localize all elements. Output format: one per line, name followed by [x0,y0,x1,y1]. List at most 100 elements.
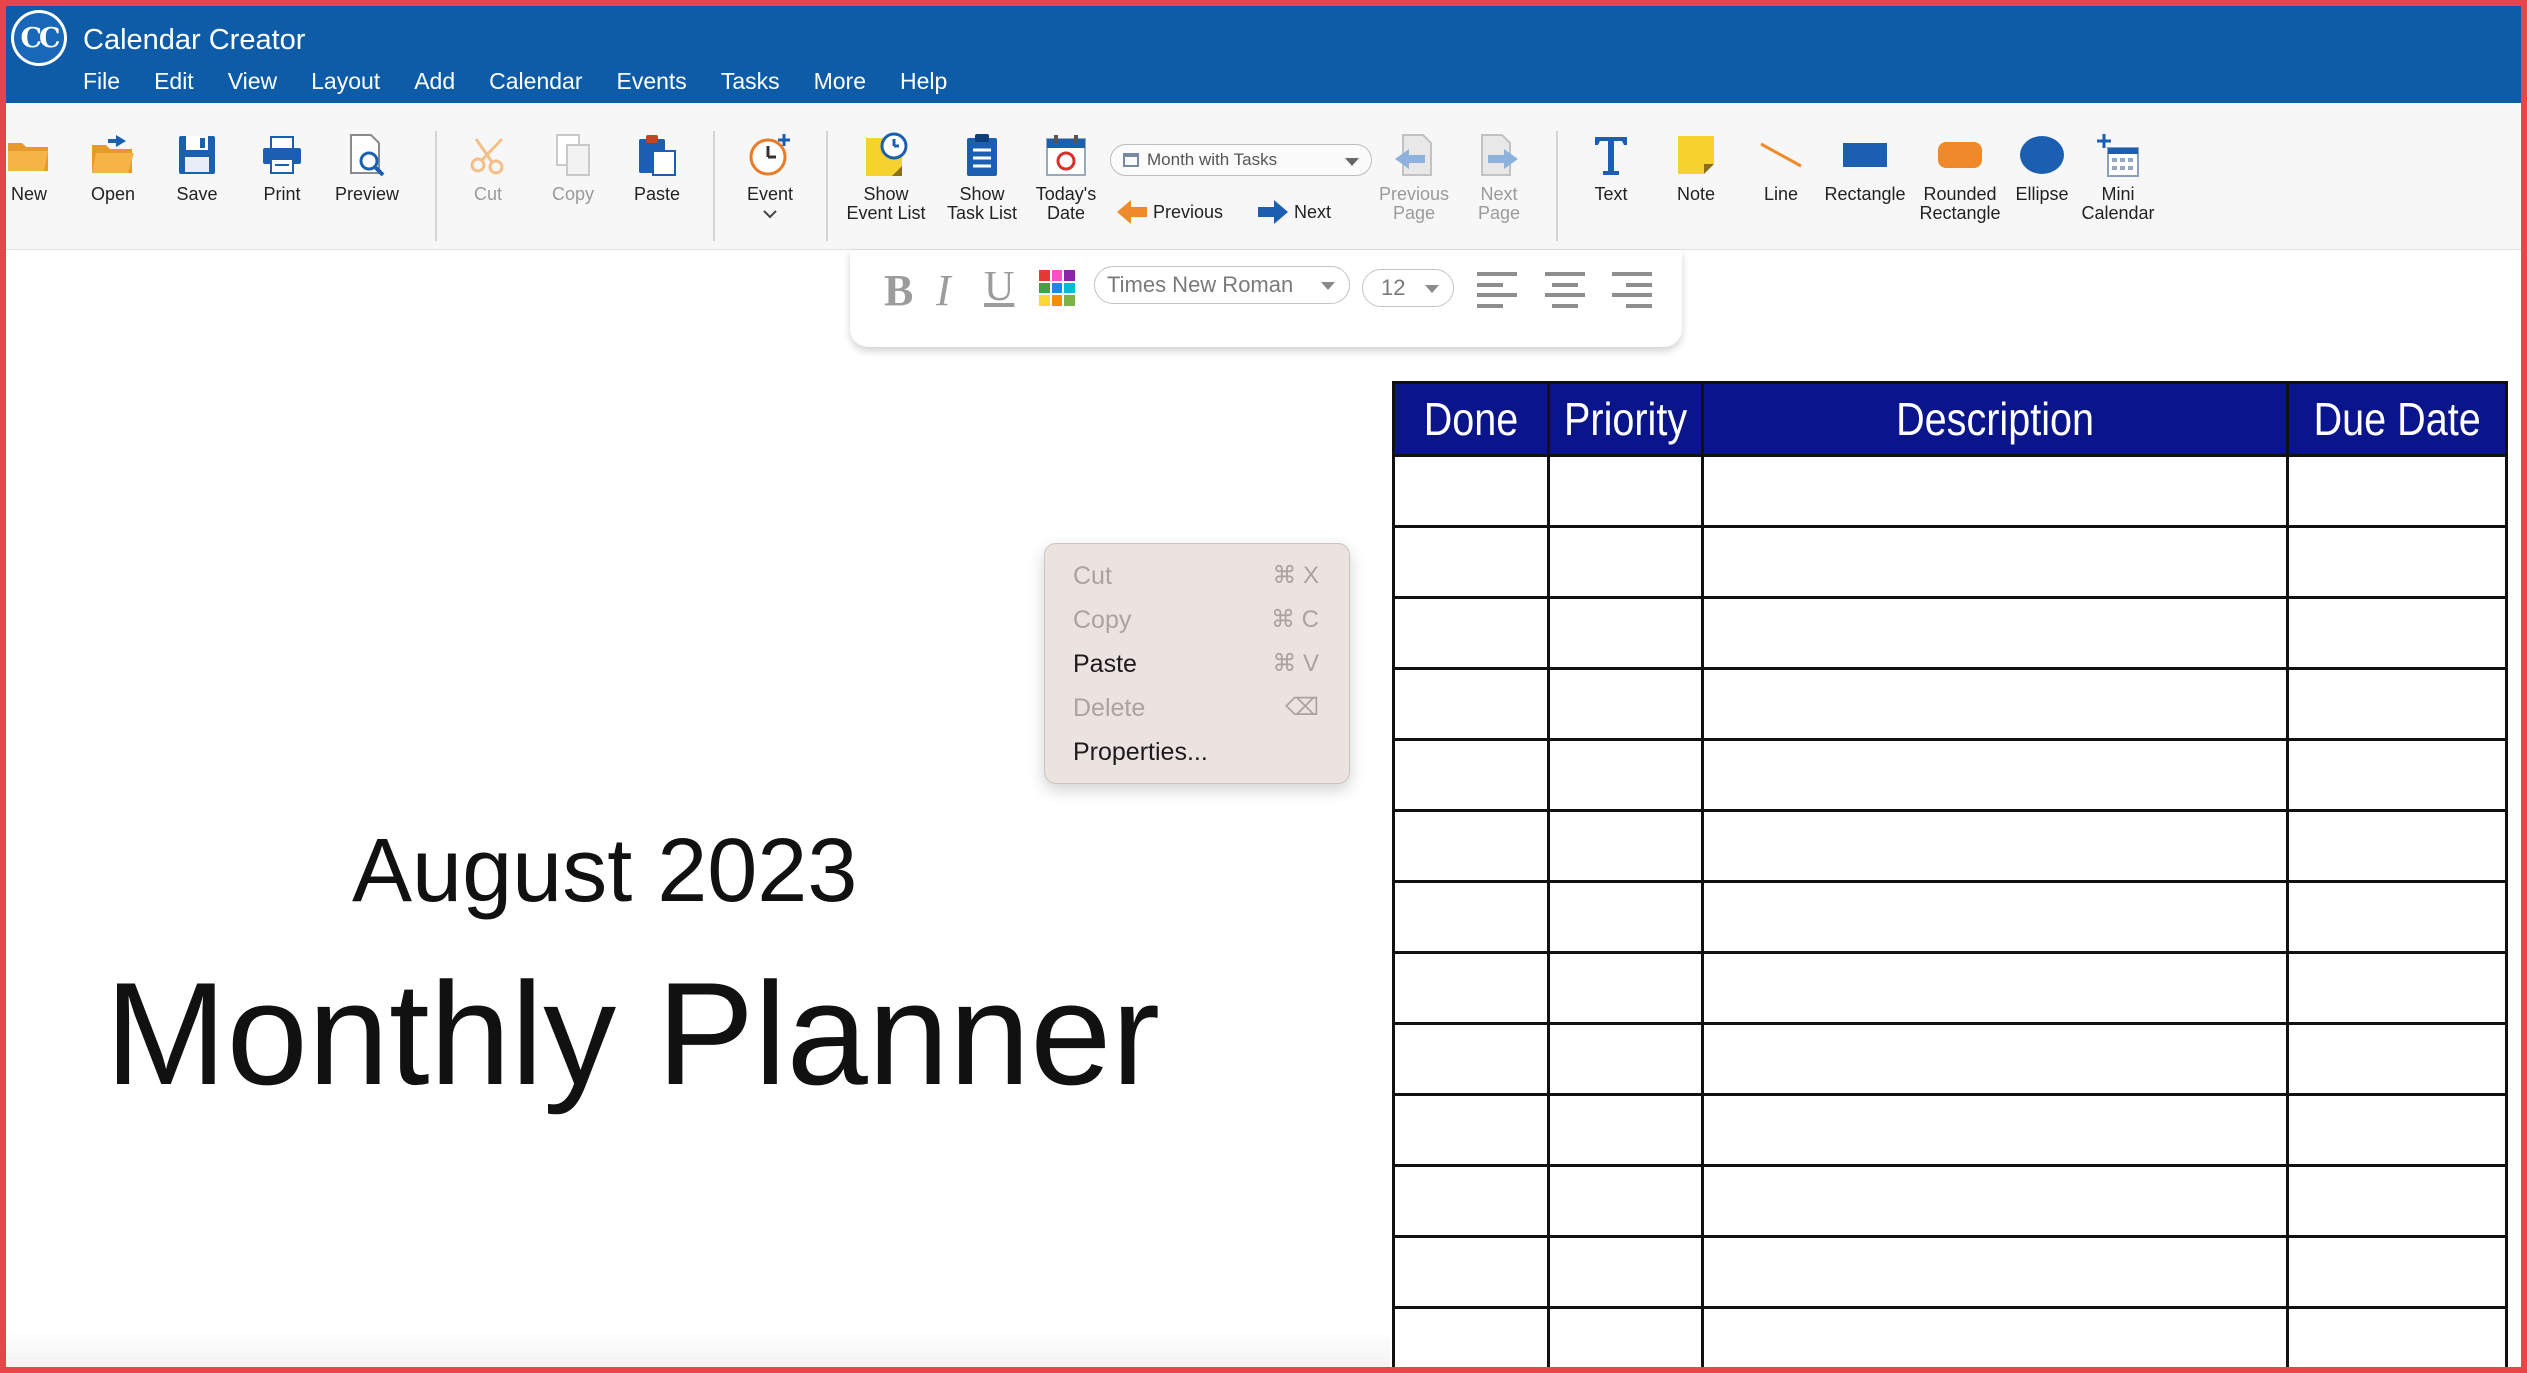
task-cell-due-date[interactable] [2286,667,2508,741]
task-cell-due-date[interactable] [2286,1022,2508,1096]
task-cell-priority[interactable] [1547,1164,1704,1238]
context-menu-paste[interactable]: Paste ⌘ V [1045,642,1349,686]
align-left-icon[interactable] [1477,272,1517,308]
save-button[interactable]: Save [156,131,238,241]
italic-button[interactable]: I [936,265,951,316]
print-button[interactable]: Print [241,131,323,241]
show-task-list-button[interactable]: Show Task List [939,131,1025,241]
task-cell-priority[interactable] [1547,880,1704,954]
task-cell-description[interactable] [1701,738,2289,812]
line-tool-button[interactable]: Line [1740,131,1822,241]
show-event-list-button[interactable]: Show Event List [843,131,929,241]
task-cell-due-date[interactable] [2286,596,2508,670]
task-cell-description[interactable] [1701,809,2289,883]
calendar-month-heading[interactable]: August 2023 [352,820,857,923]
task-cell-description[interactable] [1701,596,2289,670]
bold-button[interactable]: B [884,265,913,316]
task-cell-done[interactable] [1392,1093,1550,1167]
task-cell-done[interactable] [1392,1235,1550,1309]
task-cell-due-date[interactable] [2286,809,2508,883]
mini-calendar-tool-button[interactable]: Mini Calendar [2077,131,2159,241]
task-cell-due-date[interactable] [2286,454,2508,528]
task-cell-done[interactable] [1392,667,1550,741]
context-menu-copy[interactable]: Copy ⌘ C [1045,598,1349,642]
task-cell-done[interactable] [1392,809,1550,883]
rounded-rectangle-tool-button[interactable]: Rounded Rectangle [1917,131,2003,241]
menu-file[interactable]: File [66,66,137,96]
previous-page-button[interactable]: Previous Page [1373,131,1455,241]
task-cell-done[interactable] [1392,596,1550,670]
underline-button[interactable]: U [984,263,1014,311]
task-cell-priority[interactable] [1547,1235,1704,1309]
task-cell-priority[interactable] [1547,1306,1704,1373]
text-tool-button[interactable]: Text [1570,131,1652,241]
font-family-select[interactable]: Times New Roman [1094,266,1350,304]
task-cell-description[interactable] [1701,951,2289,1025]
task-cell-due-date[interactable] [2286,1164,2508,1238]
task-cell-priority[interactable] [1547,525,1704,599]
task-cell-due-date[interactable] [2286,1235,2508,1309]
task-cell-done[interactable] [1392,738,1550,812]
context-menu-delete[interactable]: Delete ⌫ [1045,686,1349,730]
task-cell-description[interactable] [1701,1306,2289,1373]
context-menu-properties[interactable]: Properties... [1045,730,1349,774]
previous-button[interactable]: Previous [1117,199,1223,225]
task-cell-priority[interactable] [1547,738,1704,812]
menu-add[interactable]: Add [397,66,472,96]
next-button[interactable]: Next [1258,199,1331,225]
task-cell-description[interactable] [1701,454,2289,528]
task-cell-done[interactable] [1392,1022,1550,1096]
menu-help[interactable]: Help [883,66,964,96]
task-cell-priority[interactable] [1547,667,1704,741]
task-cell-description[interactable] [1701,1093,2289,1167]
planner-title[interactable]: Monthly Planner [105,950,1160,1118]
menu-edit[interactable]: Edit [137,66,211,96]
todays-date-button[interactable]: Today's Date [1025,131,1107,241]
task-cell-due-date[interactable] [2286,1093,2508,1167]
task-cell-done[interactable] [1392,525,1550,599]
preview-button[interactable]: Preview [326,131,408,241]
copy-button[interactable]: Copy [532,131,614,241]
menu-view[interactable]: View [211,66,294,96]
task-cell-description[interactable] [1701,1022,2289,1096]
menu-events[interactable]: Events [599,66,703,96]
task-cell-description[interactable] [1701,667,2289,741]
menu-tasks[interactable]: Tasks [704,66,797,96]
task-cell-due-date[interactable] [2286,1306,2508,1373]
menu-layout[interactable]: Layout [294,66,397,96]
task-cell-priority[interactable] [1547,809,1704,883]
column-header-due-date[interactable]: Due Date [2286,381,2508,457]
open-button[interactable]: Open [72,131,154,241]
task-cell-priority[interactable] [1547,454,1704,528]
menu-more[interactable]: More [797,66,883,96]
task-cell-done[interactable] [1392,1306,1550,1373]
task-cell-priority[interactable] [1547,951,1704,1025]
task-cell-priority[interactable] [1547,596,1704,670]
column-header-priority[interactable]: Priority [1547,381,1704,457]
task-table[interactable]: Done Priority Description Due Date [1392,381,2508,1373]
task-cell-description[interactable] [1701,1164,2289,1238]
chevron-down-icon[interactable] [762,206,778,224]
task-cell-description[interactable] [1701,1235,2289,1309]
cut-button[interactable]: Cut [447,131,529,241]
note-tool-button[interactable]: Note [1655,131,1737,241]
calendar-view-select[interactable]: Month with Tasks [1110,144,1372,176]
new-button[interactable]: New [0,131,70,241]
next-page-button[interactable]: Next Page [1458,131,1540,241]
task-cell-done[interactable] [1392,880,1550,954]
task-cell-due-date[interactable] [2286,738,2508,812]
column-header-done[interactable]: Done [1392,381,1550,457]
task-cell-description[interactable] [1701,880,2289,954]
ellipse-tool-button[interactable]: Ellipse [2001,131,2083,241]
column-header-description[interactable]: Description [1701,381,2289,457]
align-right-icon[interactable] [1612,272,1652,308]
task-cell-description[interactable] [1701,525,2289,599]
task-cell-due-date[interactable] [2286,525,2508,599]
task-cell-priority[interactable] [1547,1022,1704,1096]
font-size-select[interactable]: 12 [1362,269,1454,307]
task-cell-done[interactable] [1392,951,1550,1025]
align-center-icon[interactable] [1545,272,1585,308]
rectangle-tool-button[interactable]: Rectangle [1823,131,1907,241]
paste-button[interactable]: Paste [616,131,698,241]
context-menu-cut[interactable]: Cut ⌘ X [1045,554,1349,598]
